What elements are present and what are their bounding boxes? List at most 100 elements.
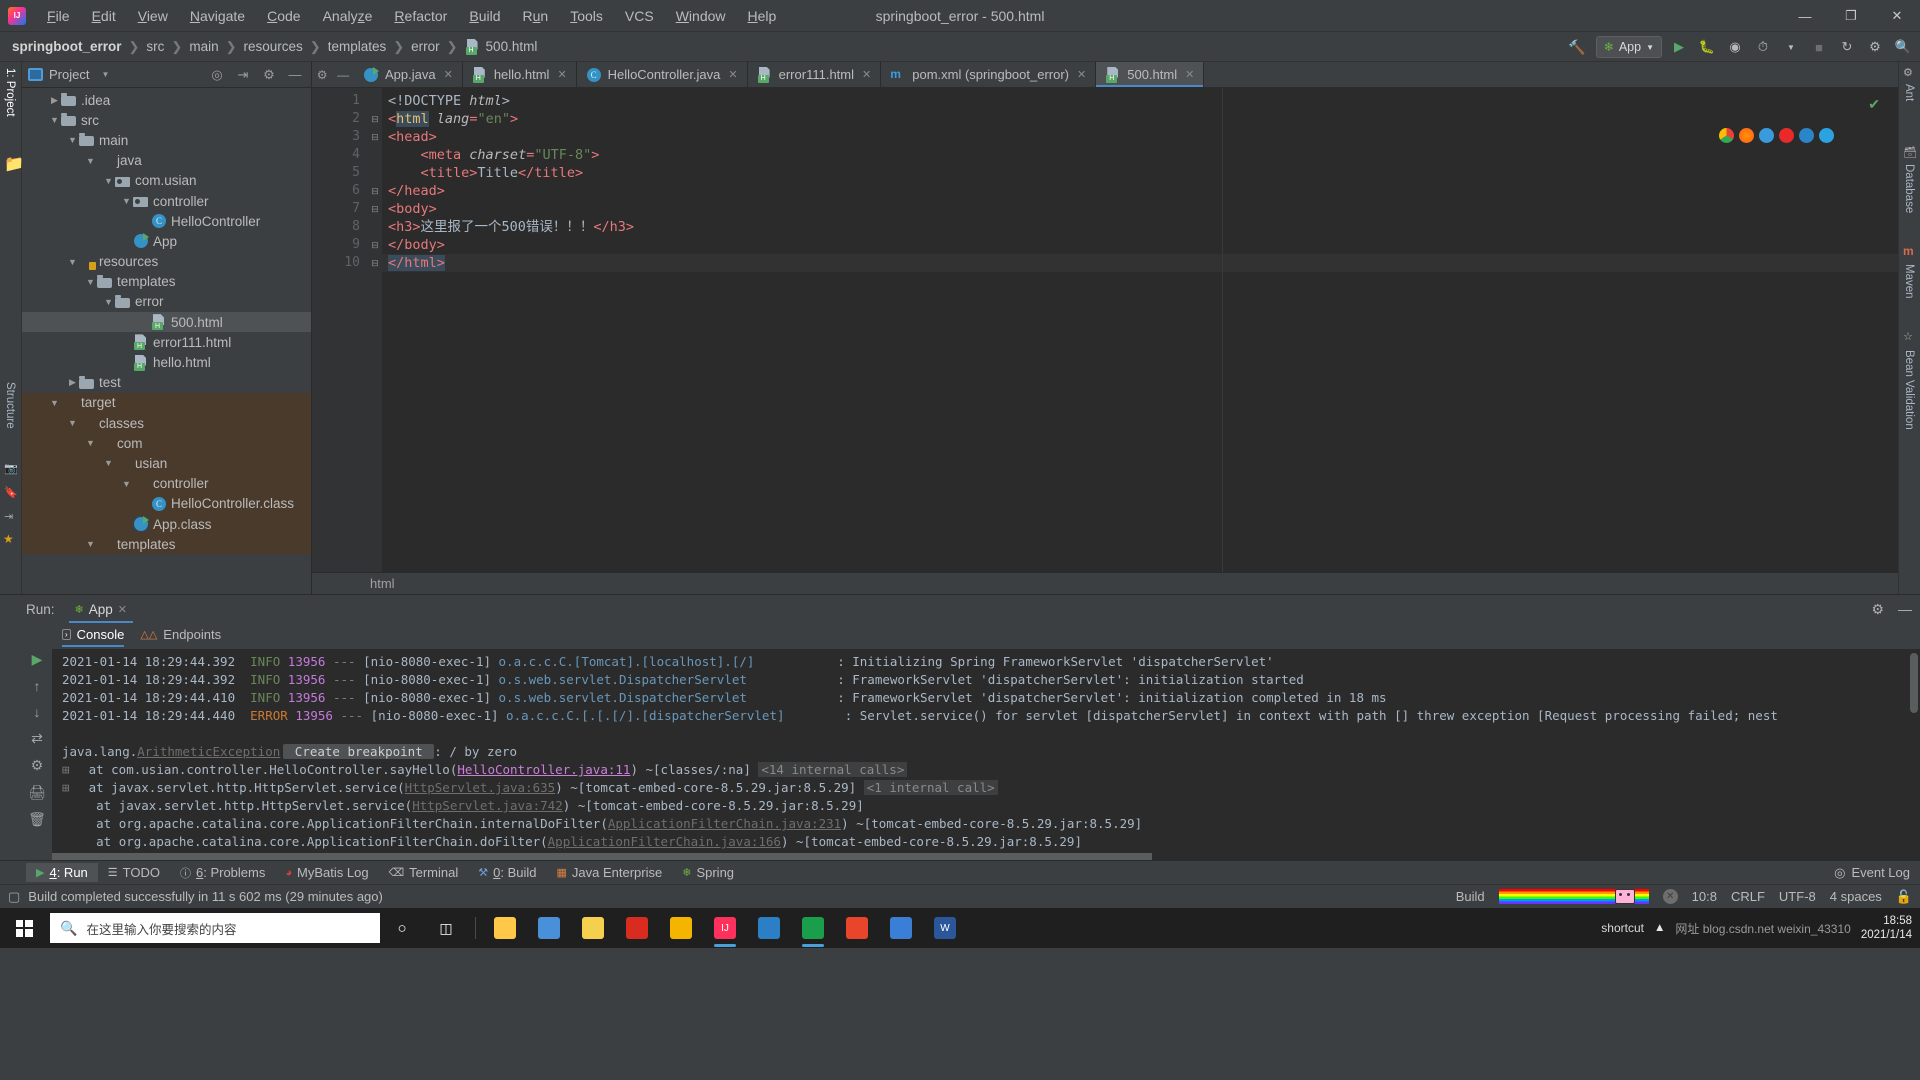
code-text-area[interactable]: <!DOCTYPE html> <html lang="en"> <head> <m…: [382, 88, 1898, 572]
editor-tab-hello-html[interactable]: hello.html ✕: [462, 62, 577, 87]
run-icon[interactable]: ▶: [1668, 36, 1690, 58]
lock-icon[interactable]: 🔓: [1896, 889, 1912, 905]
editor-tab-app-java[interactable]: App.java ✕: [354, 62, 463, 87]
tree-node-controller[interactable]: ▼ controller: [22, 191, 311, 211]
bottom-tab-6--problems[interactable]: ⓘ 6: Problems: [170, 863, 275, 883]
close-icon[interactable]: ✕: [1077, 68, 1086, 81]
expand-frame-icon[interactable]: ⊞: [62, 780, 70, 795]
breadcrumb-item-4[interactable]: templates: [328, 39, 387, 54]
edge-icon[interactable]: [1799, 128, 1814, 143]
cancel-icon[interactable]: ✕: [1662, 889, 1678, 904]
internal-calls-badge[interactable]: <14 internal calls>: [758, 762, 908, 777]
tree-node-target[interactable]: ▼ target: [22, 392, 311, 413]
import-icon[interactable]: ⇥: [4, 510, 13, 523]
stack-frame-link[interactable]: HttpServlet.java:635: [405, 780, 556, 795]
settings-gear-icon[interactable]: ⚙: [317, 68, 328, 82]
favorites-star-icon[interactable]: ★: [3, 532, 14, 546]
tree-node-error111-html[interactable]: error111.html: [22, 332, 311, 352]
stack-frame-link[interactable]: ApplicationFilterChain.java:231: [608, 816, 841, 831]
hide-icon[interactable]: —: [285, 67, 305, 82]
gear-icon[interactable]: ⚙: [1871, 601, 1884, 618]
file-encoding[interactable]: UTF-8: [1779, 889, 1816, 904]
build-hammer-icon[interactable]: 🔨: [1564, 39, 1589, 56]
run-configuration-selector[interactable]: ❄ App ▼: [1595, 36, 1662, 58]
close-icon[interactable]: ✕: [118, 603, 127, 616]
menu-item-edit[interactable]: Edit: [81, 3, 127, 29]
chevron-down-icon[interactable]: ▼: [84, 156, 97, 166]
code-folding-gutter[interactable]: ⊟ ⊟ ⊟ ⊟ ⊟ ⊟: [368, 88, 382, 572]
soft-wrap-icon[interactable]: ⇄: [31, 730, 43, 747]
editor-tab-500-html[interactable]: 500.html ✕: [1096, 62, 1205, 87]
chevron-down-icon[interactable]: ▼: [102, 297, 115, 307]
chevron-down-icon[interactable]: ▼: [102, 458, 115, 468]
chevron-right-icon[interactable]: ▶: [48, 95, 61, 106]
open-in-browser-icons[interactable]: [1719, 128, 1834, 143]
profile-icon[interactable]: ⏱: [1752, 36, 1774, 58]
sidebar-tab-bean-validation[interactable]: Bean Validation: [1903, 350, 1915, 430]
close-icon[interactable]: ✕: [444, 68, 453, 81]
taskbar-redis-icon[interactable]: [615, 908, 659, 948]
inspection-status-icon[interactable]: ✔: [1868, 96, 1880, 113]
close-icon[interactable]: ✕: [1185, 68, 1194, 81]
collapse-all-icon[interactable]: ⇥: [233, 67, 253, 83]
menu-item-analyze[interactable]: Analyze: [312, 3, 384, 29]
bottom-tab-terminal[interactable]: ⌫ Terminal: [379, 863, 469, 882]
tree-node-classes[interactable]: ▼ classes: [22, 413, 311, 434]
tree-node-500-html[interactable]: 500.html: [22, 312, 311, 333]
exception-type-link[interactable]: ArithmeticException: [137, 744, 280, 759]
menu-item-help[interactable]: Help: [737, 3, 788, 29]
chevron-down-icon[interactable]: ▼: [66, 257, 79, 267]
taskbar-xmind-icon[interactable]: [835, 908, 879, 948]
settings-gear-icon[interactable]: ⚙: [259, 67, 279, 83]
bottom-tab-todo[interactable]: ☰ TODO: [98, 863, 170, 882]
stack-frame-link[interactable]: HelloController.java:11: [457, 762, 630, 777]
editor-breadcrumb[interactable]: html: [312, 572, 1898, 594]
close-icon[interactable]: ✕: [862, 68, 871, 81]
tree-node-app[interactable]: App: [22, 231, 311, 251]
bookmarks-icon[interactable]: 🔖: [4, 486, 18, 499]
internal-calls-badge[interactable]: <1 internal call>: [863, 780, 998, 795]
bottom-tab-mybatis-log[interactable]: ◕ MyBatis Log: [275, 863, 378, 882]
menu-item-view[interactable]: View: [127, 3, 179, 29]
tree-node-hellocontroller-class[interactable]: HelloController.class: [22, 493, 311, 514]
sidebar-tab-project[interactable]: 1: Project: [4, 68, 16, 117]
console-scrollbar[interactable]: [1910, 653, 1918, 713]
menu-item-file[interactable]: File: [36, 3, 81, 29]
cortana-icon[interactable]: ○: [380, 908, 424, 948]
tree-node-error[interactable]: ▼ error: [22, 292, 311, 312]
breadcrumb-item-6[interactable]: 500.html: [465, 39, 537, 55]
fold-marker[interactable]: ⊟: [368, 128, 382, 146]
print-icon[interactable]: 🖨: [28, 784, 46, 801]
tree-node-main[interactable]: ▼ main: [22, 130, 311, 150]
breadcrumb-item-2[interactable]: main: [189, 39, 218, 54]
menu-item-build[interactable]: Build: [458, 3, 511, 29]
line-separator[interactable]: CRLF: [1731, 889, 1765, 904]
bottom-tab-0--build[interactable]: ⚒ 0: Build: [468, 863, 546, 882]
chevron-down-icon[interactable]: ▼: [1780, 36, 1802, 58]
taskbar-intellij-idea-icon[interactable]: IJ: [703, 908, 747, 948]
sidebar-tab-ant[interactable]: Ant: [1903, 84, 1915, 101]
editor-tab-hellocontroller-java[interactable]: HelloController.java ✕: [576, 62, 748, 87]
tree-node-com-usian[interactable]: ▼ com.usian: [22, 171, 311, 191]
menu-item-refactor[interactable]: Refactor: [383, 3, 458, 29]
tree-node-templates[interactable]: ▼ templates: [22, 534, 311, 555]
taskbar-word-icon[interactable]: W: [923, 908, 967, 948]
tree-node-usian[interactable]: ▼ usian: [22, 453, 311, 474]
indent-setting[interactable]: 4 spaces: [1830, 889, 1882, 904]
search-icon[interactable]: 🔍: [1892, 36, 1914, 58]
chevron-down-icon[interactable]: ▼: [66, 418, 79, 428]
editor-tab-pom-xml[interactable]: m pom.xml (springboot_error) ✕: [881, 62, 1097, 87]
create-breakpoint-badge[interactable]: Create breakpoint: [283, 744, 435, 759]
rerun-icon[interactable]: ▶: [32, 651, 43, 668]
tree-node-src[interactable]: ▼ src: [22, 110, 311, 130]
event-log-button[interactable]: ◎ Event Log: [1834, 865, 1920, 881]
fold-marker[interactable]: ⊟: [368, 200, 382, 218]
chevron-down-icon[interactable]: ▼: [66, 135, 79, 145]
chrome-icon[interactable]: [1719, 128, 1734, 143]
breadcrumb-item-5[interactable]: error: [411, 39, 440, 54]
taskbar-file-explorer-icon[interactable]: [483, 908, 527, 948]
menu-item-tools[interactable]: Tools: [559, 3, 614, 29]
project-file-tree[interactable]: ▶ .idea ▼ src ▼ main ▼ java ▼ com.usian ▼ controlle…: [22, 88, 311, 594]
safari-icon[interactable]: [1759, 128, 1774, 143]
taskbar-tim-icon[interactable]: [571, 908, 615, 948]
